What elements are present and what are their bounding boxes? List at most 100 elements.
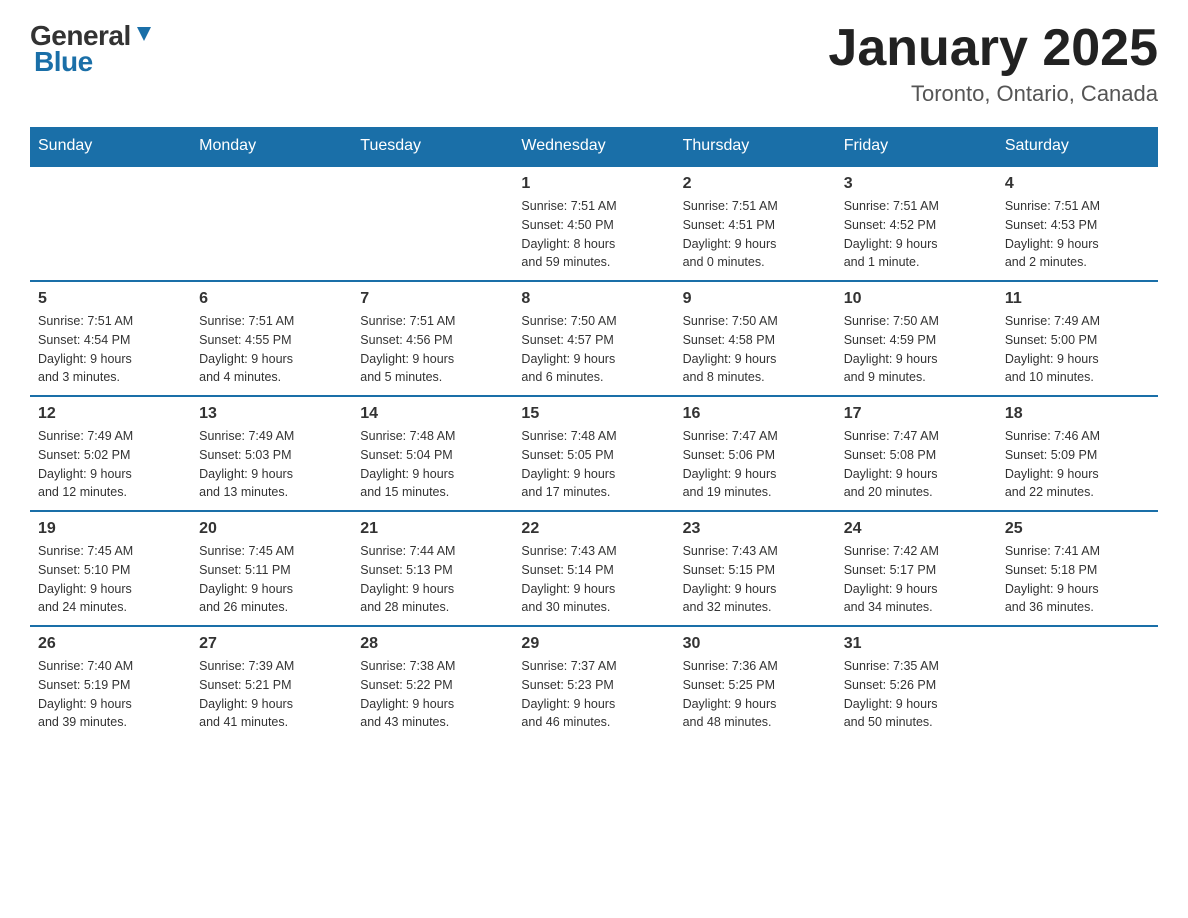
logo-arrow-icon bbox=[133, 23, 155, 45]
header-saturday: Saturday bbox=[997, 127, 1158, 166]
calendar-body: 1 Sunrise: 7:51 AM Sunset: 4:50 PM Daylig… bbox=[30, 166, 1158, 740]
day-info: Sunrise: 7:48 AM Sunset: 5:04 PM Dayligh… bbox=[360, 427, 505, 502]
table-row: 14Sunrise: 7:48 AM Sunset: 5:04 PM Dayli… bbox=[352, 396, 513, 511]
header-monday: Monday bbox=[191, 127, 352, 166]
table-row: 26Sunrise: 7:40 AM Sunset: 5:19 PM Dayli… bbox=[30, 626, 191, 740]
day-number: 24 bbox=[844, 520, 989, 538]
day-info: Sunrise: 7:35 AM Sunset: 5:26 PM Dayligh… bbox=[844, 657, 989, 732]
header-friday: Friday bbox=[836, 127, 997, 166]
table-row: 30Sunrise: 7:36 AM Sunset: 5:25 PM Dayli… bbox=[675, 626, 836, 740]
table-row: 27 Sunrise: 7:39 AM Sunset: 5:21 PM Dayli… bbox=[191, 626, 352, 740]
day-number: 31 bbox=[844, 635, 989, 653]
day-info: Sunrise: 7:49 AM Sunset: 5:03 PM Dayligh… bbox=[199, 427, 344, 502]
day-number: 4 bbox=[1005, 175, 1150, 193]
day-number: 22 bbox=[521, 520, 666, 538]
day-number: 8 bbox=[521, 290, 666, 308]
calendar-week-row: 1 Sunrise: 7:51 AM Sunset: 4:50 PM Daylig… bbox=[30, 166, 1158, 281]
table-row: 16Sunrise: 7:47 AM Sunset: 5:06 PM Dayli… bbox=[675, 396, 836, 511]
day-info: Sunrise: 7:40 AM Sunset: 5:19 PM Dayligh… bbox=[38, 657, 183, 732]
day-info: Sunrise: 7:43 AM Sunset: 5:15 PM Dayligh… bbox=[683, 542, 828, 617]
table-row: 3 Sunrise: 7:51 AM Sunset: 4:52 PM Daylig… bbox=[836, 166, 997, 281]
table-row: 12 Sunrise: 7:49 AM Sunset: 5:02 PM Dayli… bbox=[30, 396, 191, 511]
day-number: 12 bbox=[38, 405, 183, 423]
table-row: 7 Sunrise: 7:51 AM Sunset: 4:56 PM Daylig… bbox=[352, 281, 513, 396]
table-row: 11 Sunrise: 7:49 AM Sunset: 5:00 PM Dayli… bbox=[997, 281, 1158, 396]
table-row: 25Sunrise: 7:41 AM Sunset: 5:18 PM Dayli… bbox=[997, 511, 1158, 626]
day-number: 5 bbox=[38, 290, 183, 308]
day-info: Sunrise: 7:51 AM Sunset: 4:55 PM Dayligh… bbox=[199, 312, 344, 387]
table-row: 4 Sunrise: 7:51 AM Sunset: 4:53 PM Daylig… bbox=[997, 166, 1158, 281]
day-number: 16 bbox=[683, 405, 828, 423]
day-number: 23 bbox=[683, 520, 828, 538]
calendar-week-row: 26Sunrise: 7:40 AM Sunset: 5:19 PM Dayli… bbox=[30, 626, 1158, 740]
table-row: 17 Sunrise: 7:47 AM Sunset: 5:08 PM Dayli… bbox=[836, 396, 997, 511]
day-number: 25 bbox=[1005, 520, 1150, 538]
table-row: 8 Sunrise: 7:50 AM Sunset: 4:57 PM Daylig… bbox=[513, 281, 674, 396]
logo: General Blue bbox=[30, 20, 155, 78]
day-info: Sunrise: 7:51 AM Sunset: 4:52 PM Dayligh… bbox=[844, 197, 989, 272]
table-row: 21 Sunrise: 7:44 AM Sunset: 5:13 PM Dayli… bbox=[352, 511, 513, 626]
header-wednesday: Wednesday bbox=[513, 127, 674, 166]
table-row: 24Sunrise: 7:42 AM Sunset: 5:17 PM Dayli… bbox=[836, 511, 997, 626]
day-info: Sunrise: 7:37 AM Sunset: 5:23 PM Dayligh… bbox=[521, 657, 666, 732]
header-sunday: Sunday bbox=[30, 127, 191, 166]
day-info: Sunrise: 7:45 AM Sunset: 5:11 PM Dayligh… bbox=[199, 542, 344, 617]
day-number: 18 bbox=[1005, 405, 1150, 423]
table-row: 2Sunrise: 7:51 AM Sunset: 4:51 PM Daylig… bbox=[675, 166, 836, 281]
logo-blue-text: Blue bbox=[34, 46, 93, 77]
calendar-table: Sunday Monday Tuesday Wednesday Thursday… bbox=[30, 127, 1158, 740]
day-number: 19 bbox=[38, 520, 183, 538]
calendar-week-row: 19 Sunrise: 7:45 AM Sunset: 5:10 PM Dayli… bbox=[30, 511, 1158, 626]
day-number: 13 bbox=[199, 405, 344, 423]
day-info: Sunrise: 7:46 AM Sunset: 5:09 PM Dayligh… bbox=[1005, 427, 1150, 502]
day-number: 10 bbox=[844, 290, 989, 308]
day-info: Sunrise: 7:51 AM Sunset: 4:50 PM Dayligh… bbox=[521, 197, 666, 272]
table-row: 1 Sunrise: 7:51 AM Sunset: 4:50 PM Daylig… bbox=[513, 166, 674, 281]
weekday-header-row: Sunday Monday Tuesday Wednesday Thursday… bbox=[30, 127, 1158, 166]
table-row: 6Sunrise: 7:51 AM Sunset: 4:55 PM Daylig… bbox=[191, 281, 352, 396]
calendar-header: Sunday Monday Tuesday Wednesday Thursday… bbox=[30, 127, 1158, 166]
table-row: 19 Sunrise: 7:45 AM Sunset: 5:10 PM Dayli… bbox=[30, 511, 191, 626]
day-info: Sunrise: 7:39 AM Sunset: 5:21 PM Dayligh… bbox=[199, 657, 344, 732]
table-row bbox=[191, 166, 352, 281]
day-info: Sunrise: 7:36 AM Sunset: 5:25 PM Dayligh… bbox=[683, 657, 828, 732]
table-row: 22 Sunrise: 7:43 AM Sunset: 5:14 PM Dayli… bbox=[513, 511, 674, 626]
day-info: Sunrise: 7:38 AM Sunset: 5:22 PM Dayligh… bbox=[360, 657, 505, 732]
day-info: Sunrise: 7:47 AM Sunset: 5:08 PM Dayligh… bbox=[844, 427, 989, 502]
day-info: Sunrise: 7:45 AM Sunset: 5:10 PM Dayligh… bbox=[38, 542, 183, 617]
day-number: 11 bbox=[1005, 290, 1150, 308]
day-number: 1 bbox=[521, 175, 666, 193]
day-info: Sunrise: 7:50 AM Sunset: 4:59 PM Dayligh… bbox=[844, 312, 989, 387]
day-info: Sunrise: 7:43 AM Sunset: 5:14 PM Dayligh… bbox=[521, 542, 666, 617]
day-number: 28 bbox=[360, 635, 505, 653]
table-row: 20 Sunrise: 7:45 AM Sunset: 5:11 PM Dayli… bbox=[191, 511, 352, 626]
day-info: Sunrise: 7:44 AM Sunset: 5:13 PM Dayligh… bbox=[360, 542, 505, 617]
day-info: Sunrise: 7:48 AM Sunset: 5:05 PM Dayligh… bbox=[521, 427, 666, 502]
table-row: 18 Sunrise: 7:46 AM Sunset: 5:09 PM Dayli… bbox=[997, 396, 1158, 511]
table-row: 31 Sunrise: 7:35 AM Sunset: 5:26 PM Dayli… bbox=[836, 626, 997, 740]
table-row: 5Sunrise: 7:51 AM Sunset: 4:54 PM Daylig… bbox=[30, 281, 191, 396]
calendar-week-row: 5Sunrise: 7:51 AM Sunset: 4:54 PM Daylig… bbox=[30, 281, 1158, 396]
day-info: Sunrise: 7:51 AM Sunset: 4:56 PM Dayligh… bbox=[360, 312, 505, 387]
location-text: Toronto, Ontario, Canada bbox=[828, 81, 1158, 107]
day-info: Sunrise: 7:51 AM Sunset: 4:53 PM Dayligh… bbox=[1005, 197, 1150, 272]
table-row: 13 Sunrise: 7:49 AM Sunset: 5:03 PM Dayli… bbox=[191, 396, 352, 511]
day-number: 29 bbox=[521, 635, 666, 653]
title-block: January 2025 Toronto, Ontario, Canada bbox=[828, 20, 1158, 107]
day-number: 27 bbox=[199, 635, 344, 653]
day-number: 17 bbox=[844, 405, 989, 423]
table-row bbox=[997, 626, 1158, 740]
calendar-week-row: 12 Sunrise: 7:49 AM Sunset: 5:02 PM Dayli… bbox=[30, 396, 1158, 511]
day-info: Sunrise: 7:50 AM Sunset: 4:57 PM Dayligh… bbox=[521, 312, 666, 387]
day-number: 20 bbox=[199, 520, 344, 538]
day-info: Sunrise: 7:49 AM Sunset: 5:00 PM Dayligh… bbox=[1005, 312, 1150, 387]
day-number: 3 bbox=[844, 175, 989, 193]
day-info: Sunrise: 7:49 AM Sunset: 5:02 PM Dayligh… bbox=[38, 427, 183, 502]
table-row bbox=[30, 166, 191, 281]
table-row: 29 Sunrise: 7:37 AM Sunset: 5:23 PM Dayli… bbox=[513, 626, 674, 740]
day-number: 9 bbox=[683, 290, 828, 308]
month-title: January 2025 bbox=[828, 20, 1158, 77]
header-tuesday: Tuesday bbox=[352, 127, 513, 166]
day-number: 21 bbox=[360, 520, 505, 538]
day-number: 7 bbox=[360, 290, 505, 308]
